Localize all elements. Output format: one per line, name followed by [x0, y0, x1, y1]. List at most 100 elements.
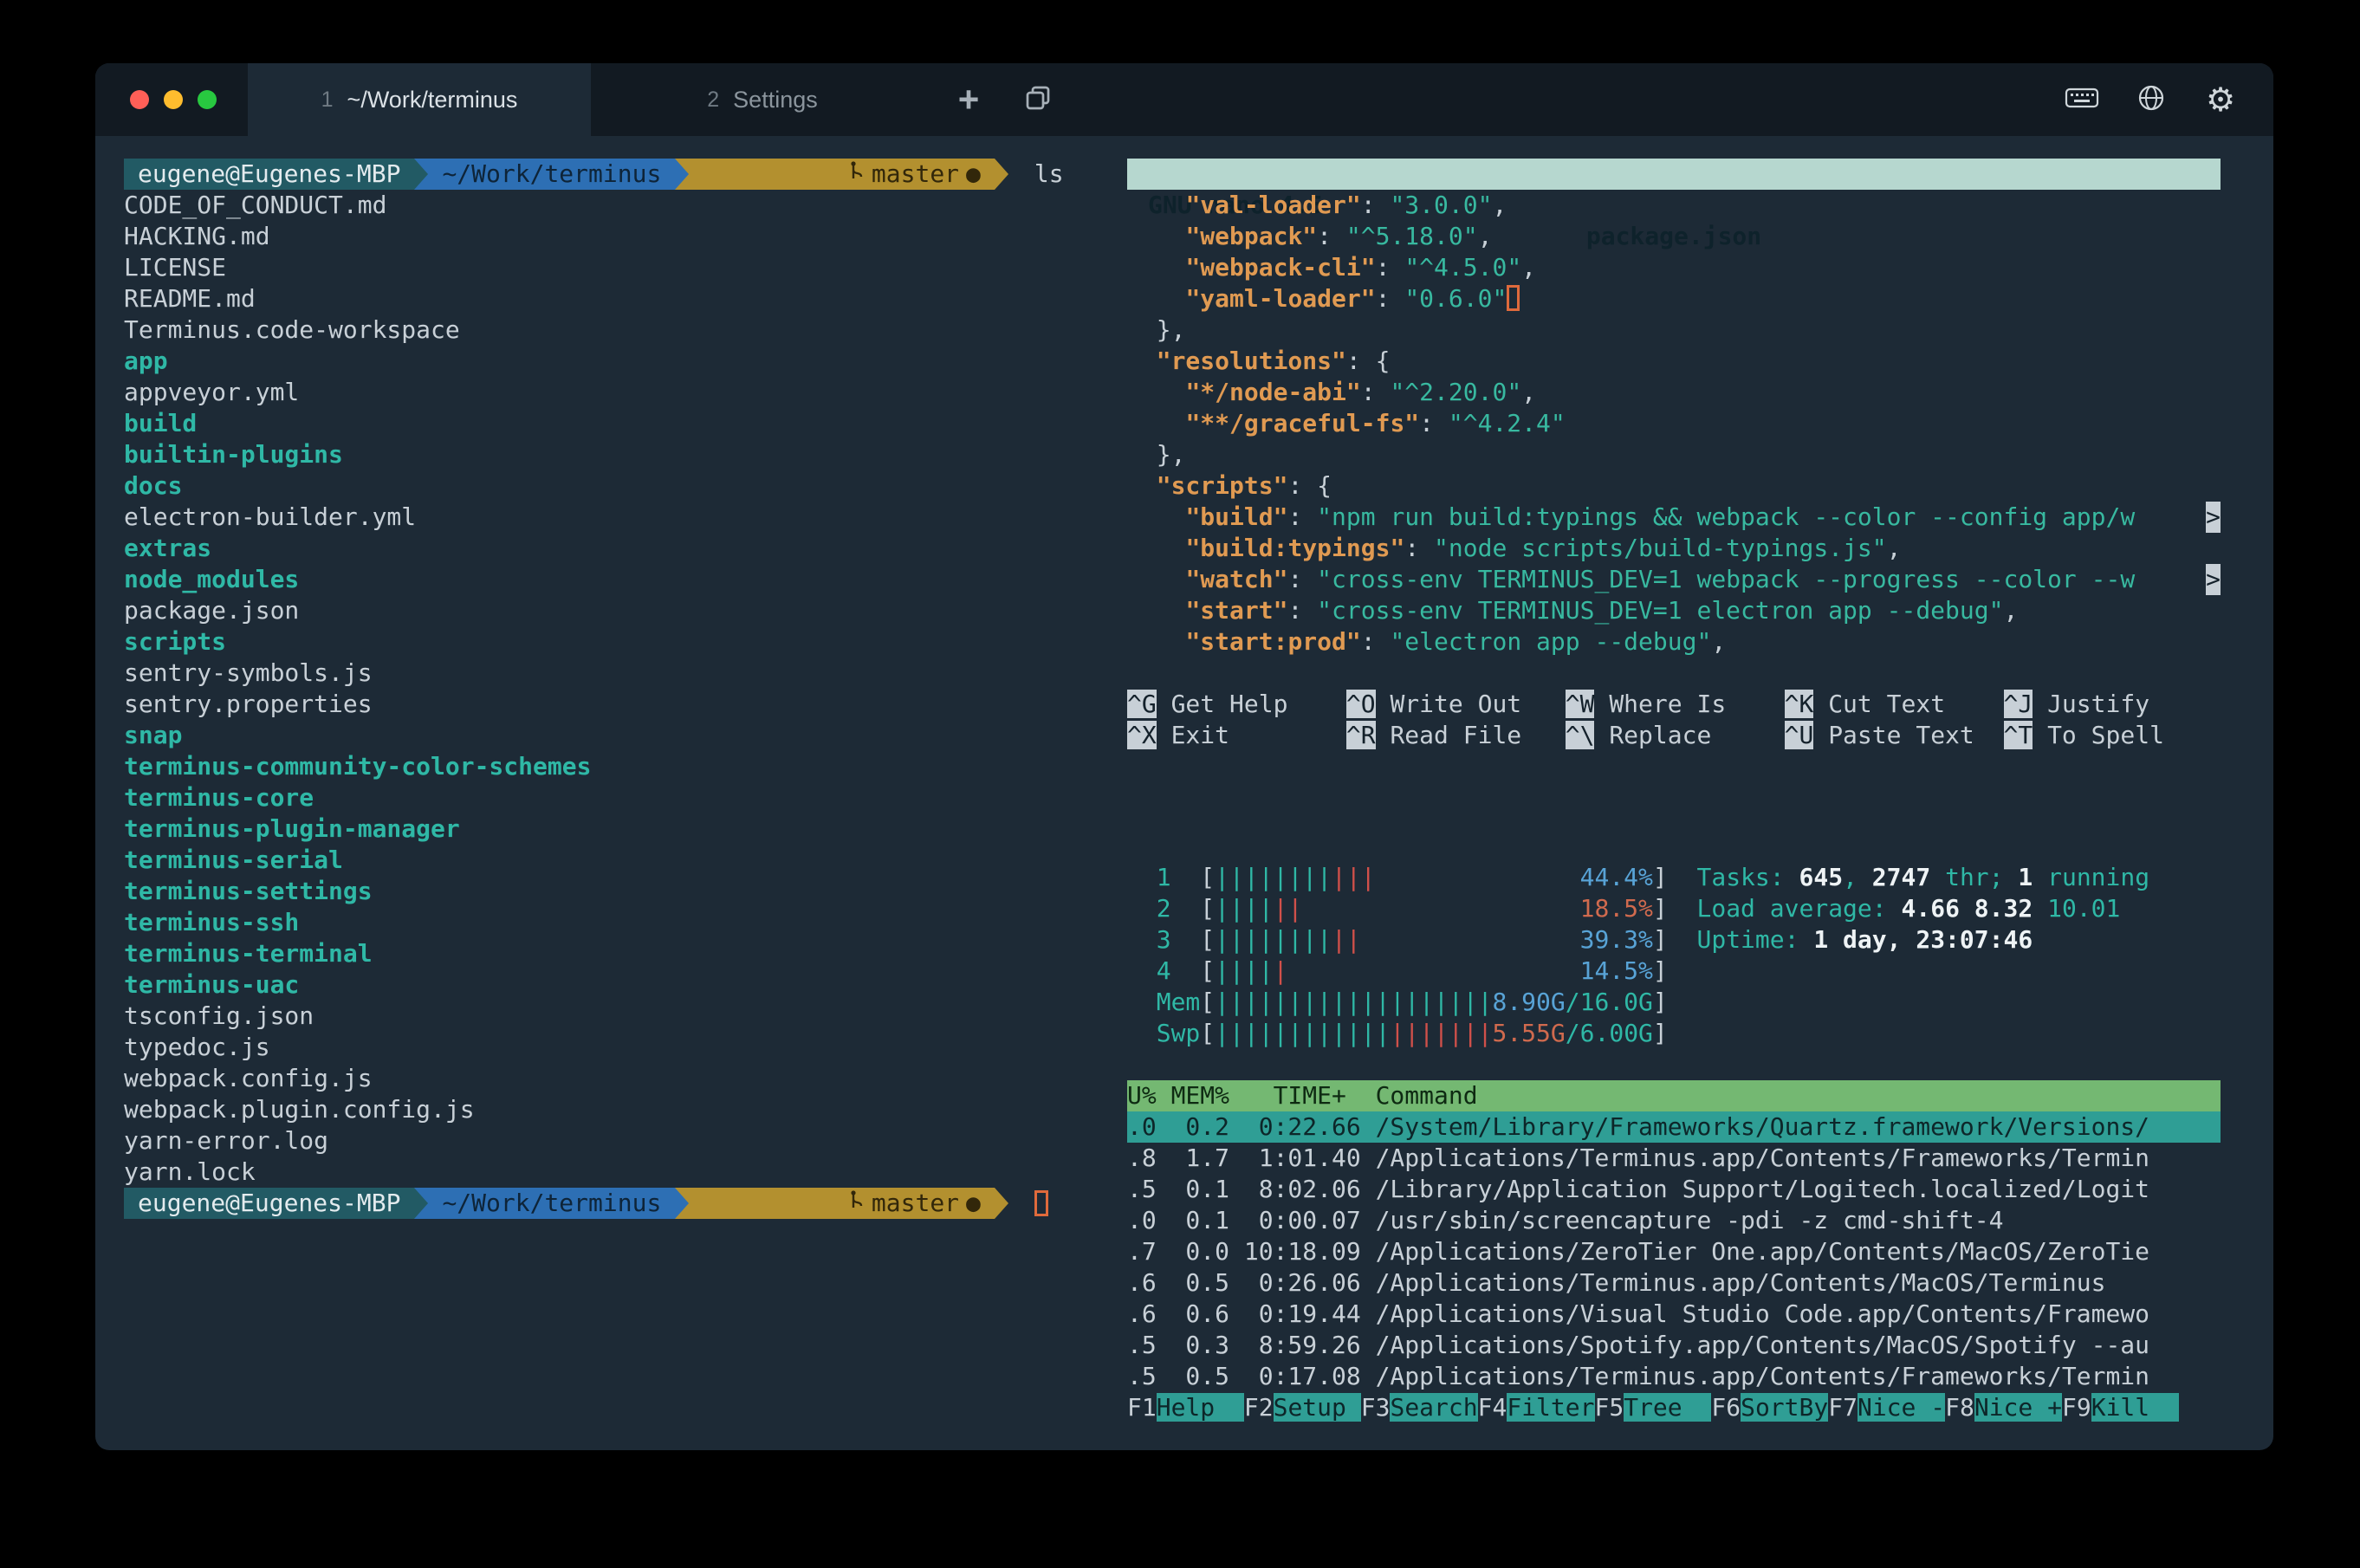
file-entry: webpack.plugin.config.js	[124, 1094, 1116, 1125]
htop-process-table: U% MEM% TIME+ Command.0 0.2 0:22.66 /Sys…	[1127, 1080, 2221, 1392]
overlapping-windows-icon	[1022, 82, 1054, 117]
file-entry: docs	[124, 470, 1116, 502]
duplicate-tab-button[interactable]	[1003, 63, 1073, 136]
file-entry: Terminus.code-workspace	[124, 314, 1116, 346]
nano-shortcut-bar: ^G Get Help ^O Write Out ^W Where Is ^K …	[1127, 658, 2221, 751]
nano-line: "build": "npm run build:typings && webpa…	[1127, 502, 2221, 533]
file-entry: terminus-terminal	[124, 938, 1116, 969]
tab-bar: 1 ~/Work/terminus 2 Settings +	[248, 63, 1073, 136]
tab-title: ~/Work/terminus	[347, 87, 518, 113]
htop-meter-line: 1 [||||||||||| 44.4%] Tasks: 645, 2747 t…	[1127, 862, 2221, 893]
htop-meter-line: 2 [|||||| 18.5%] Load average: 4.66 8.32…	[1127, 893, 2221, 924]
new-tab-button[interactable]: +	[934, 63, 1003, 136]
file-entry: package.json	[124, 595, 1116, 626]
tab-settings[interactable]: 2 Settings	[591, 63, 934, 136]
file-entry: scripts	[124, 626, 1116, 658]
htop-meters: 1 [||||||||||| 44.4%] Tasks: 645, 2747 t…	[1127, 862, 2221, 1080]
file-entry: typedoc.js	[124, 1032, 1116, 1063]
nano-line: "start": "cross-env TERMINUS_DEV=1 elect…	[1127, 595, 2221, 626]
terminus-window: 1 ~/Work/terminus 2 Settings +	[95, 63, 2273, 1450]
file-entry: terminus-community-color-schemes	[124, 751, 1116, 782]
terminal-pane-htop[interactable]: 1 [||||||||||| 44.4%] Tasks: 645, 2747 t…	[1127, 862, 2221, 1423]
file-entry: terminus-settings	[124, 876, 1116, 907]
settings-button[interactable]: ⚙	[2192, 63, 2249, 136]
close-button[interactable]	[130, 90, 149, 109]
process-row: .6 0.6 0:19.44 /Applications/Visual Stud…	[1127, 1299, 2221, 1330]
tab-number: 1	[321, 87, 334, 113]
prompt-cwd: ~/Work/terminus	[428, 1188, 675, 1219]
file-entry: terminus-core	[124, 782, 1116, 813]
nano-line: "*/node-abi": "^2.20.0",	[1127, 377, 2221, 408]
process-row: .7 0.0 10:18.09 /Applications/ZeroTier O…	[1127, 1236, 2221, 1267]
file-entry: sentry.properties	[124, 689, 1116, 720]
file-entry: extras	[124, 533, 1116, 564]
process-row: .5 0.1 8:02.06 /Library/Application Supp…	[1127, 1174, 2221, 1205]
git-dirty-dot: ●	[966, 1188, 981, 1219]
powerline-arrow	[675, 159, 689, 190]
process-row: .0 0.2 0:22.66 /System/Library/Framework…	[1127, 1111, 2221, 1143]
nano-shortcut-row	[1127, 658, 2221, 689]
file-entry: README.md	[124, 283, 1116, 314]
nano-line: "watch": "cross-env TERMINUS_DEV=1 webpa…	[1127, 564, 2221, 595]
file-entry: HACKING.md	[124, 221, 1116, 252]
language-globe-button[interactable]	[2123, 63, 2180, 136]
nano-line: "**/graceful-fs": "^4.2.4"	[1127, 408, 2221, 439]
file-entry: electron-builder.yml	[124, 502, 1116, 533]
git-branch-name: master	[872, 1188, 959, 1219]
git-branch-name: master	[872, 159, 959, 190]
terminal-cursor	[1034, 1190, 1048, 1216]
process-row: .0 0.1 0:00.07 /usr/sbin/screencapture -…	[1127, 1205, 2221, 1236]
shell-prompt: eugene@Eugenes-MBP ~/Work/terminus maste…	[124, 159, 1116, 190]
file-entry: CODE_OF_CONDUCT.md	[124, 190, 1116, 221]
nano-line: },	[1127, 314, 2221, 346]
nano-titlebar: GNU nano 4.5 package.json	[1127, 159, 2221, 190]
nano-line: "val-loader": "3.0.0",	[1127, 190, 2221, 221]
git-branch-icon	[703, 1157, 865, 1250]
powerline-arrow	[414, 159, 428, 190]
nano-shortcut-row: ^X Exit ^R Read File ^\ Replace ^U Paste…	[1127, 720, 2221, 751]
powerline-arrow	[675, 1188, 689, 1219]
file-entry: app	[124, 346, 1116, 377]
process-row: .5 0.3 8:59.26 /Applications/Spotify.app…	[1127, 1330, 2221, 1361]
file-entry: LICENSE	[124, 252, 1116, 283]
htop-meter-line: 4 [||||| 14.5%]	[1127, 956, 2221, 987]
htop-meter-line: Swp[|||||||||||||||||||5.55G/6.00G]	[1127, 1018, 2221, 1049]
file-entry: terminus-plugin-manager	[124, 813, 1116, 845]
powerline-arrow	[995, 159, 1008, 190]
file-entry: terminus-serial	[124, 845, 1116, 876]
nano-line: "resolutions": {	[1127, 346, 2221, 377]
nano-line: "yaml-loader": "0.6.0"	[1127, 283, 2221, 314]
titlebar: 1 ~/Work/terminus 2 Settings +	[95, 63, 2273, 136]
prompt-cwd: ~/Work/terminus	[428, 159, 675, 190]
plus-icon: +	[958, 79, 980, 120]
terminal-pane-left[interactable]: eugene@Eugenes-MBP ~/Work/terminus maste…	[124, 159, 1116, 1219]
titlebar-right-buttons: ⚙	[2053, 63, 2249, 136]
fkey-bar: F1Help F2Setup F3SearchF4FilterF5Tree F6…	[1127, 1392, 2221, 1423]
window-controls	[130, 63, 217, 136]
nano-line: "webpack": "^5.18.0",	[1127, 221, 2221, 252]
process-row: .5 0.5 0:17.08 /Applications/Terminus.ap…	[1127, 1361, 2221, 1392]
file-entry: build	[124, 408, 1116, 439]
tab-number: 2	[707, 87, 719, 113]
shell-prompt: eugene@Eugenes-MBP ~/Work/terminus maste…	[124, 1188, 1116, 1219]
htop-meter-line: 3 [|||||||||| 39.3%] Uptime: 1 day, 23:0…	[1127, 924, 2221, 956]
file-entry: terminus-uac	[124, 969, 1116, 1001]
process-row: .6 0.5 0:26.06 /Applications/Terminus.ap…	[1127, 1267, 2221, 1299]
minimize-button[interactable]	[164, 90, 183, 109]
file-listing: CODE_OF_CONDUCT.mdHACKING.mdLICENSEREADM…	[124, 190, 1116, 1188]
file-entry: appveyor.yml	[124, 377, 1116, 408]
maximize-button[interactable]	[198, 90, 217, 109]
file-entry: webpack.config.js	[124, 1063, 1116, 1094]
powerline-arrow	[414, 1188, 428, 1219]
on-screen-keyboard-button[interactable]	[2053, 63, 2110, 136]
nano-line: "scripts": {	[1127, 470, 2221, 502]
prompt-git-segment: master ●	[689, 159, 995, 190]
file-entry: sentry-symbols.js	[124, 658, 1116, 689]
git-dirty-dot: ●	[966, 159, 981, 190]
htop-meter-line	[1127, 1049, 2221, 1080]
terminal-pane-nano[interactable]: GNU nano 4.5 package.json "val-loader": …	[1127, 159, 2221, 751]
prompt-user-host: eugene@Eugenes-MBP	[124, 1188, 414, 1219]
tab-work-terminus[interactable]: 1 ~/Work/terminus	[248, 63, 591, 136]
typed-command: ls	[1034, 159, 1064, 190]
nano-line: "build:typings": "node scripts/build-typ…	[1127, 533, 2221, 564]
